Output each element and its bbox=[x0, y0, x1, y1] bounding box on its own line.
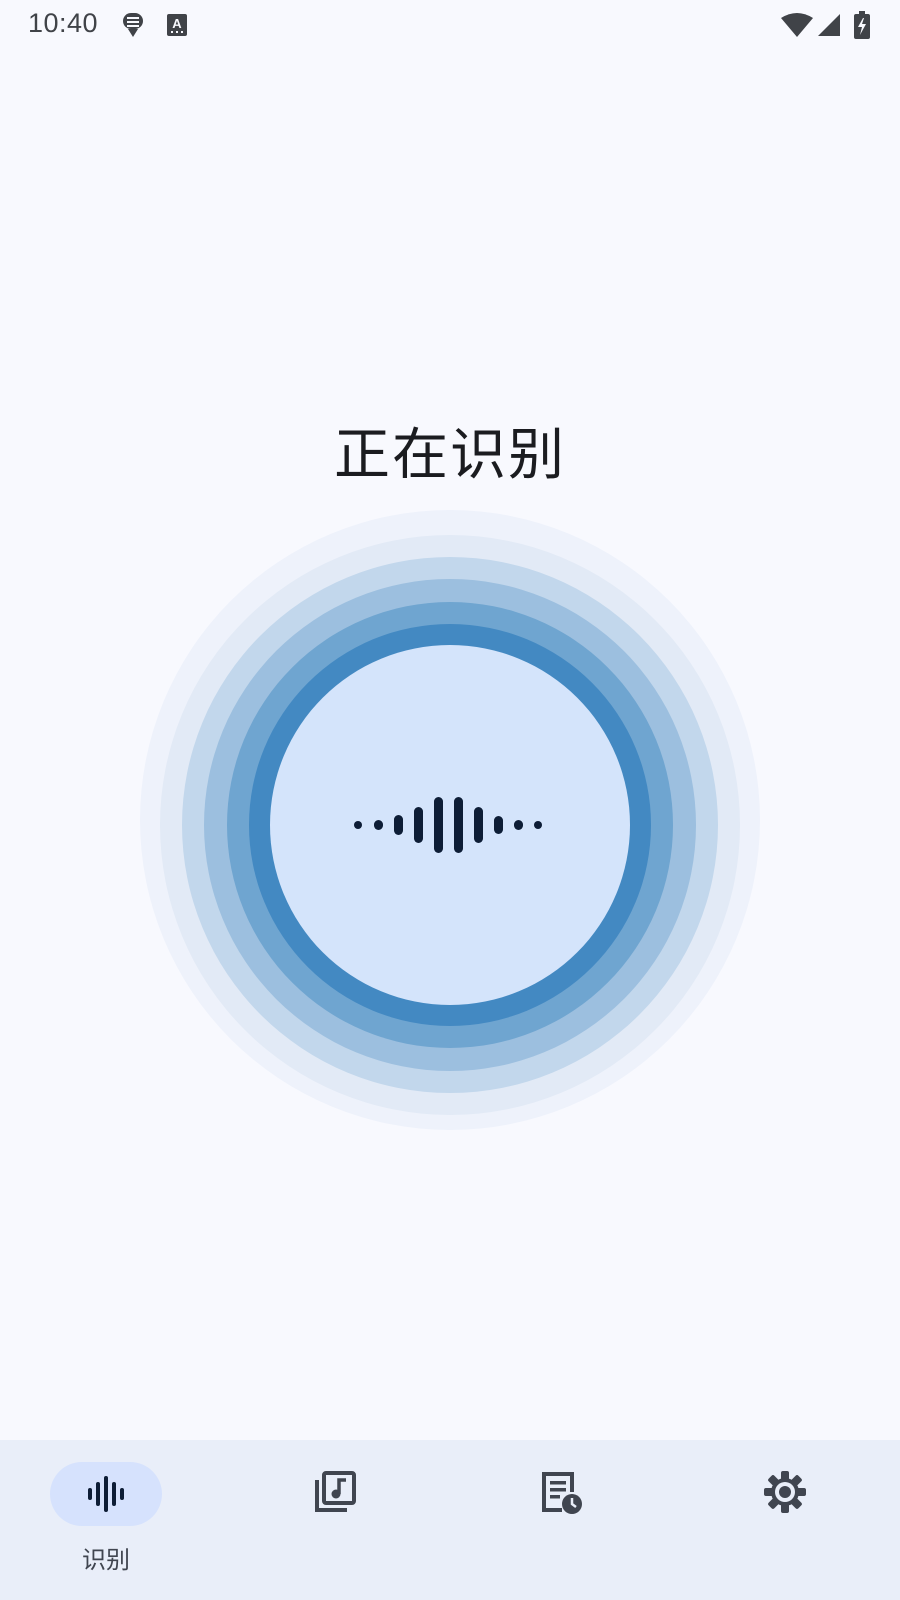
microphone-app-icon bbox=[118, 10, 148, 40]
cellular-signal-icon bbox=[816, 10, 842, 40]
page-title: 正在识别 bbox=[334, 423, 566, 488]
status-bar: 10:40 A bbox=[0, 0, 900, 50]
history-list-icon bbox=[536, 1468, 584, 1516]
recognize-button[interactable] bbox=[270, 645, 630, 1005]
battery-charging-icon bbox=[852, 10, 872, 40]
settings-gear-icon bbox=[761, 1468, 809, 1516]
svg-text:A: A bbox=[172, 16, 182, 31]
nav-item-music-library[interactable] bbox=[225, 1440, 450, 1600]
bottom-navigation: 识别 bbox=[0, 1440, 900, 1600]
nav-item-recognize[interactable]: 识别 bbox=[0, 1440, 225, 1600]
nav-label-recognize: 识别 bbox=[82, 1546, 130, 1574]
wifi-icon bbox=[780, 10, 814, 40]
nav-item-settings[interactable] bbox=[675, 1440, 900, 1600]
sound-wave-icon bbox=[82, 1470, 130, 1518]
nav-item-history[interactable] bbox=[450, 1440, 675, 1600]
text-a-icon: A bbox=[164, 10, 190, 40]
status-time: 10:40 bbox=[28, 8, 99, 38]
music-library-icon bbox=[311, 1468, 359, 1516]
sound-wave-icon bbox=[270, 645, 630, 1005]
